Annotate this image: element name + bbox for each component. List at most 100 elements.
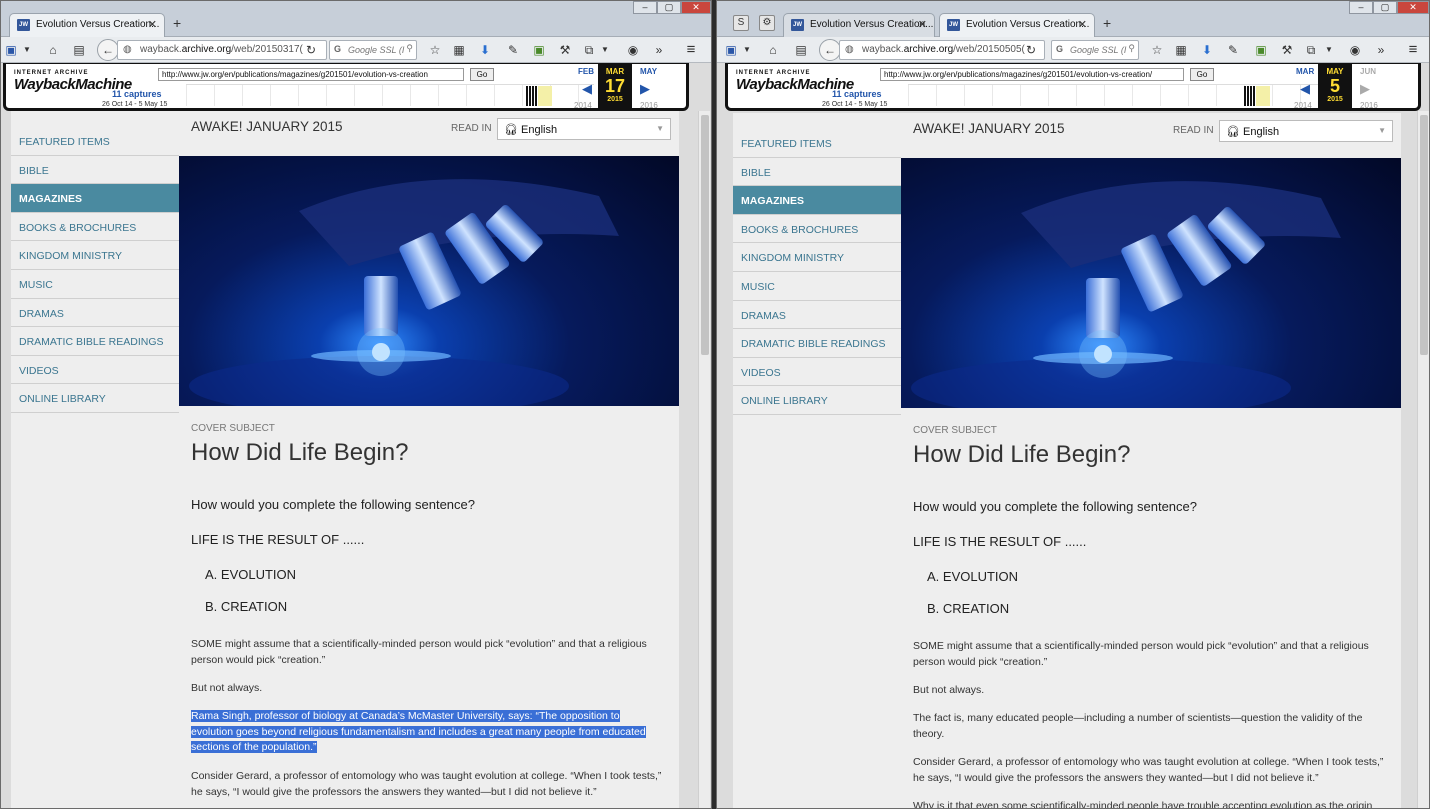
page-scrollbar[interactable] xyxy=(1417,111,1429,808)
sidebar-item-bible[interactable]: BIBLE xyxy=(11,156,179,185)
download-icon[interactable]: ⬇ xyxy=(477,42,493,58)
sidebar-item-dramatic-readings[interactable]: DRAMATIC BIBLE READINGS xyxy=(11,327,179,356)
maximize-button[interactable]: ▢ xyxy=(657,1,681,14)
wayback-go-button[interactable]: Go xyxy=(470,68,494,81)
sidebar-item-online-library[interactable]: ONLINE LIBRARY xyxy=(733,386,901,415)
home-icon[interactable]: ⌂ xyxy=(765,42,781,58)
back-button[interactable]: ← xyxy=(97,39,119,61)
screenshot-icon[interactable]: ▣ xyxy=(531,42,547,58)
sidebar-item-magazines[interactable]: MAGAZINES xyxy=(11,184,179,213)
download-icon[interactable]: ⬇ xyxy=(1199,42,1215,58)
sidebar-item-kingdom-ministry[interactable]: KINGDOM MINISTRY xyxy=(11,241,179,270)
search-icon[interactable]: ⚲ xyxy=(1128,43,1135,54)
sidebar-item-music[interactable]: MUSIC xyxy=(11,270,179,299)
scrollbar-thumb[interactable] xyxy=(701,115,709,355)
maximize-button[interactable]: ▢ xyxy=(1373,1,1397,14)
scrollbar-thumb[interactable] xyxy=(1420,115,1428,355)
pinned-tab-s[interactable]: S xyxy=(733,15,749,31)
sidebar-item-videos[interactable]: VIDEOS xyxy=(733,358,901,387)
addon-icon[interactable]: ✎ xyxy=(505,42,521,58)
sidebar-item-books[interactable]: BOOKS & BROCHURES xyxy=(11,213,179,242)
bookmark-star-icon[interactable]: ☆ xyxy=(1149,42,1165,58)
wayback-url-input[interactable]: http://www.jw.org/en/publications/magazi… xyxy=(158,68,464,81)
captures-link[interactable]: 11 captures xyxy=(832,89,882,99)
prev-capture-arrow[interactable]: ◀ xyxy=(1300,81,1310,97)
overflow-icon[interactable]: » xyxy=(1373,42,1389,58)
close-tab-icon[interactable]: ✕ xyxy=(148,18,157,31)
wayback-logo[interactable]: INTERNET ARCHIVE WaybackMachine xyxy=(736,70,854,104)
screenshot-icon[interactable]: ▣ xyxy=(1253,42,1269,58)
sidebar-item-online-library[interactable]: ONLINE LIBRARY xyxy=(11,384,179,413)
captures-link[interactable]: 11 captures xyxy=(112,89,162,99)
option-a: A. EVOLUTION xyxy=(927,569,1019,584)
prev-month-label[interactable]: FEB xyxy=(578,67,594,76)
new-tab-button[interactable]: + xyxy=(1103,15,1111,31)
next-capture-arrow[interactable]: ▶ xyxy=(640,81,650,97)
bookmarks-list-icon[interactable]: ▦ xyxy=(1173,42,1189,58)
sidebar-item-kingdom-ministry[interactable]: KINGDOM MINISTRY xyxy=(733,243,901,272)
new-tab-button[interactable]: + xyxy=(173,15,181,31)
back-button[interactable]: ← xyxy=(819,39,841,61)
chevron-down-icon[interactable]: ▼ xyxy=(1321,42,1337,58)
sync-icon[interactable]: ⧉ xyxy=(1303,42,1319,58)
sidebar-item-videos[interactable]: VIDEOS xyxy=(11,356,179,385)
reader-icon[interactable]: ▤ xyxy=(71,42,87,58)
wayback-go-button[interactable]: Go xyxy=(1190,68,1214,81)
tools-icon[interactable]: ⚒ xyxy=(557,42,573,58)
reload-icon[interactable]: ↻ xyxy=(1023,42,1039,58)
selected-text[interactable]: Rama Singh, professor of biology at Cana… xyxy=(191,710,646,753)
address-bar[interactable]: ◍ wayback.archive.org/web/20150505( xyxy=(839,40,1045,60)
tab-evolution-vs-creation[interactable]: JW Evolution Versus Creation... ✕ xyxy=(9,13,165,37)
page-scrollbar[interactable] xyxy=(698,111,710,808)
reader-icon[interactable]: ▤ xyxy=(793,42,809,58)
sidebar-item-magazines[interactable]: MAGAZINES xyxy=(733,186,901,215)
save-icon[interactable]: ▣ xyxy=(3,42,19,58)
close-window-button[interactable]: ✕ xyxy=(681,1,711,14)
close-window-button[interactable]: ✕ xyxy=(1397,1,1429,14)
chevron-down-icon[interactable]: ▼ xyxy=(19,42,35,58)
minimize-button[interactable]: – xyxy=(1349,1,1373,14)
sidebar-item-music[interactable]: MUSIC xyxy=(733,272,901,301)
sidebar-item-bible[interactable]: BIBLE xyxy=(733,158,901,187)
sidebar-item-dramas[interactable]: DRAMAS xyxy=(733,301,901,330)
prev-month-label[interactable]: MAR xyxy=(1296,67,1314,76)
chevron-down-icon[interactable]: ▼ xyxy=(597,42,613,58)
account-icon[interactable]: ◉ xyxy=(625,42,641,58)
search-box[interactable]: G Google SSL (I ⚲ xyxy=(1051,40,1139,60)
minimize-button[interactable]: – xyxy=(633,1,657,14)
sidebar-item-featured[interactable]: FEATURED ITEMS xyxy=(11,127,179,156)
search-icon[interactable]: ⚲ xyxy=(406,43,413,54)
language-select[interactable]: 🎧︎ English ▼ xyxy=(1219,120,1393,142)
paragraph-3-selected[interactable]: Rama Singh, professor of biology at Cana… xyxy=(191,709,663,756)
cover-subject-label: COVER SUBJECT xyxy=(913,425,997,436)
next-month-label[interactable]: MAY xyxy=(640,67,657,76)
wayback-logo[interactable]: INTERNET ARCHIVE WaybackMachine xyxy=(14,70,132,104)
save-icon[interactable]: ▣ xyxy=(723,42,739,58)
tools-icon[interactable]: ⚒ xyxy=(1279,42,1295,58)
tab-evolution-vs-creation-1[interactable]: JW Evolution Versus Creation... ✕ xyxy=(783,13,935,37)
bookmark-star-icon[interactable]: ☆ xyxy=(427,42,443,58)
sidebar-item-dramatic-readings[interactable]: DRAMATIC BIBLE READINGS xyxy=(733,329,901,358)
menu-icon[interactable]: ≡ xyxy=(1405,42,1421,58)
close-tab-icon[interactable]: ✕ xyxy=(918,18,927,31)
tab-evolution-vs-creation-2[interactable]: JW Evolution Versus Creation... ✕ xyxy=(939,13,1095,37)
sidebar-item-dramas[interactable]: DRAMAS xyxy=(11,299,179,328)
sidebar-item-featured[interactable]: FEATURED ITEMS xyxy=(733,129,901,158)
home-icon[interactable]: ⌂ xyxy=(45,42,61,58)
reload-icon[interactable]: ↻ xyxy=(303,42,319,58)
close-tab-icon[interactable]: ✕ xyxy=(1078,18,1087,31)
wayback-url-input[interactable]: http://www.jw.org/en/publications/magazi… xyxy=(880,68,1184,81)
prev-capture-arrow[interactable]: ◀ xyxy=(582,81,592,97)
sidebar-item-books[interactable]: BOOKS & BROCHURES xyxy=(733,215,901,244)
chevron-down-icon[interactable]: ▼ xyxy=(739,42,755,58)
overflow-icon[interactable]: » xyxy=(651,42,667,58)
menu-icon[interactable]: ≡ xyxy=(683,42,699,58)
account-icon[interactable]: ◉ xyxy=(1347,42,1363,58)
search-box[interactable]: G Google SSL (I ⚲ xyxy=(329,40,417,60)
language-select[interactable]: 🎧︎ English ▼ xyxy=(497,118,671,140)
address-bar[interactable]: ◍ wayback.archive.org/web/20150317( xyxy=(117,40,327,60)
pinned-tab-settings[interactable]: ⚙ xyxy=(759,15,775,31)
bookmarks-list-icon[interactable]: ▦ xyxy=(451,42,467,58)
addon-icon[interactable]: ✎ xyxy=(1225,42,1241,58)
sync-icon[interactable]: ⧉ xyxy=(581,42,597,58)
